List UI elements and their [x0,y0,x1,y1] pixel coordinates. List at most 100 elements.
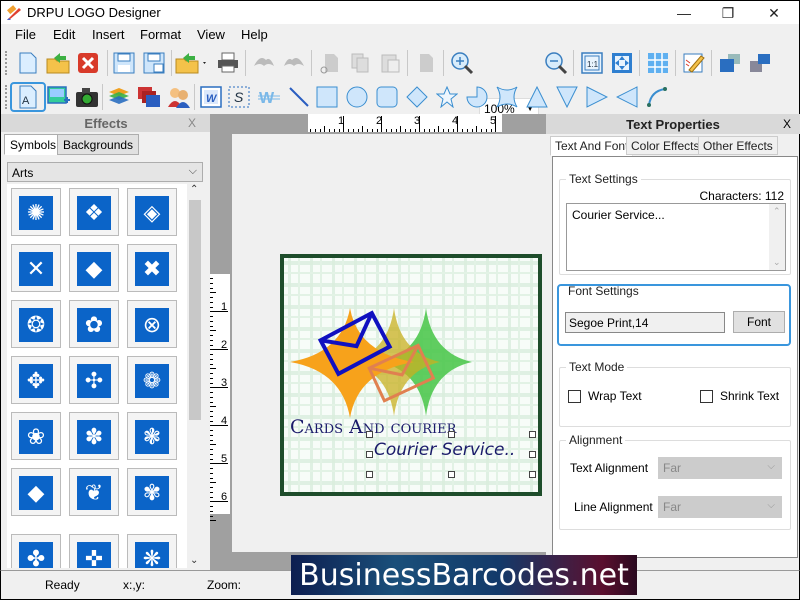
symbol-tile[interactable]: ❁ [127,356,177,404]
save-icon[interactable] [111,50,137,76]
star-tool-icon[interactable] [434,84,460,110]
effects-panel-close-button[interactable]: X [188,116,196,130]
symbol-tile[interactable]: ✕ [11,244,61,292]
triangle-up-tool-icon[interactable] [524,84,550,110]
tab-text-and-font[interactable]: Text And Font [550,136,634,156]
shrink-text-checkbox[interactable] [700,390,713,403]
new-file-icon[interactable] [15,50,41,76]
open-folder-icon[interactable] [45,50,71,76]
tab-color-effects[interactable]: Color Effects [626,136,705,155]
layers-icon[interactable] [106,84,132,110]
logo-subtitle-text[interactable]: Courier Service.. [374,440,515,460]
symbol-tile[interactable]: ✿ [69,300,119,348]
menu-view[interactable]: View [197,27,225,42]
redo-icon[interactable] [281,50,307,76]
grid-icon[interactable] [645,50,671,76]
symbol-tile[interactable]: ❦ [69,468,119,516]
wrap-text-checkbox[interactable] [568,390,581,403]
logo-canvas[interactable]: Cards And courier Courier Service.. [280,254,542,496]
add-image-icon[interactable] [46,84,72,110]
menu-help[interactable]: Help [241,27,268,42]
triangle-right-tool-icon[interactable] [584,84,610,110]
symbol-tile[interactable]: ◈ [127,188,177,236]
watermark-icon[interactable]: W [256,84,282,110]
close-window-button[interactable]: ✕ [751,1,797,25]
font-name-field[interactable]: Segoe Print,14 [565,312,725,333]
menu-insert[interactable]: Insert [92,27,125,42]
text-properties-close-button[interactable]: X [783,117,791,131]
tab-backgrounds[interactable]: Backgrounds [57,134,140,155]
print-icon[interactable] [215,50,241,76]
symbols-scrollbar[interactable]: ⌃ ⌄ [187,184,203,568]
shapes-stack-icon[interactable] [136,84,162,110]
triangle-down-tool-icon[interactable] [554,84,580,110]
camera-icon[interactable] [74,84,100,110]
text-content-scrollbar[interactable]: ⌃ ⌄ [769,204,785,270]
users-icon[interactable] [166,84,192,110]
text-alignment-select[interactable]: Far ⌵ [658,457,782,479]
bring-to-front-icon[interactable] [717,50,743,76]
resize-handle-left[interactable] [366,451,373,458]
menu-edit[interactable]: Edit [53,27,75,42]
rectangle-tool-icon[interactable] [314,84,340,110]
ellipse-tool-icon[interactable] [344,84,370,110]
tab-symbols[interactable]: Symbols [4,134,63,155]
scroll-up-icon[interactable]: ⌃ [773,206,781,217]
symbol-category-select[interactable]: Arts ⌵ [7,162,203,182]
edit-properties-icon[interactable] [681,50,707,76]
close-file-icon[interactable] [75,50,101,76]
scrollbar-thumb[interactable] [189,200,201,420]
resize-handle-top-right[interactable] [529,431,536,438]
cut-icon[interactable] [317,50,343,76]
text-content-input[interactable]: Courier Service... ⌃ ⌄ [566,203,786,271]
undo-icon[interactable] [251,50,277,76]
symbol-tile[interactable]: ✣ [69,356,119,404]
signature-icon[interactable]: S [226,84,252,110]
send-to-back-icon[interactable] [747,50,773,76]
symbol-tile[interactable]: ✜ [69,534,119,568]
resize-handle-top-left[interactable] [366,431,373,438]
font-button[interactable]: Font [733,311,785,333]
add-text-icon[interactable]: A [15,84,41,110]
symbol-tile[interactable]: ❃ [127,412,177,460]
resize-handle-top[interactable] [448,431,455,438]
symbol-tile[interactable]: ✖ [127,244,177,292]
symbol-tile[interactable]: ⊗ [127,300,177,348]
line-tool-icon[interactable] [286,84,312,110]
symbol-tile[interactable]: ◆ [69,244,119,292]
symbol-tile[interactable]: ✤ [11,534,61,568]
symbol-tile[interactable]: ✥ [11,356,61,404]
delete-icon[interactable] [413,50,439,76]
rounded-rectangle-tool-icon[interactable] [374,84,400,110]
symbol-tile[interactable]: ❂ [11,300,61,348]
scroll-up-icon[interactable]: ⌃ [190,184,198,195]
save-as-icon[interactable] [141,50,167,76]
symbol-tile[interactable]: ✺ [11,188,61,236]
symbol-tile[interactable]: ◆ [11,468,61,516]
line-alignment-select[interactable]: Far ⌵ [658,496,782,518]
copy-icon[interactable] [347,50,373,76]
word-art-icon[interactable]: W [198,84,224,110]
zoom-out-icon[interactable] [543,50,569,76]
symbol-tile[interactable]: ✾ [127,468,177,516]
symbol-tile[interactable]: ✽ [69,412,119,460]
resize-handle-bottom-right[interactable] [529,471,536,478]
actual-size-icon[interactable]: 1:1 [579,50,605,76]
symbol-tile[interactable]: ❀ [11,412,61,460]
paste-icon[interactable] [377,50,403,76]
restore-button[interactable]: ❐ [705,1,751,25]
symbol-tile[interactable]: ❋ [127,534,177,568]
resize-handle-right[interactable] [529,451,536,458]
scroll-down-icon[interactable]: ⌄ [773,257,781,268]
scroll-down-icon[interactable]: ⌄ [190,555,198,566]
pie-tool-icon[interactable] [464,84,490,110]
logo-title-text[interactable]: Cards And courier [290,416,456,438]
tab-other-effects[interactable]: Other Effects [698,136,778,155]
toolbar-grip[interactable] [5,85,7,109]
minimize-button[interactable]: — [661,1,707,25]
toolbar-grip[interactable] [5,51,7,75]
resize-handle-bottom-left[interactable] [366,471,373,478]
concave-star-tool-icon[interactable] [494,84,520,110]
resize-handle-bottom[interactable] [448,471,455,478]
zoom-in-icon[interactable] [449,50,475,76]
